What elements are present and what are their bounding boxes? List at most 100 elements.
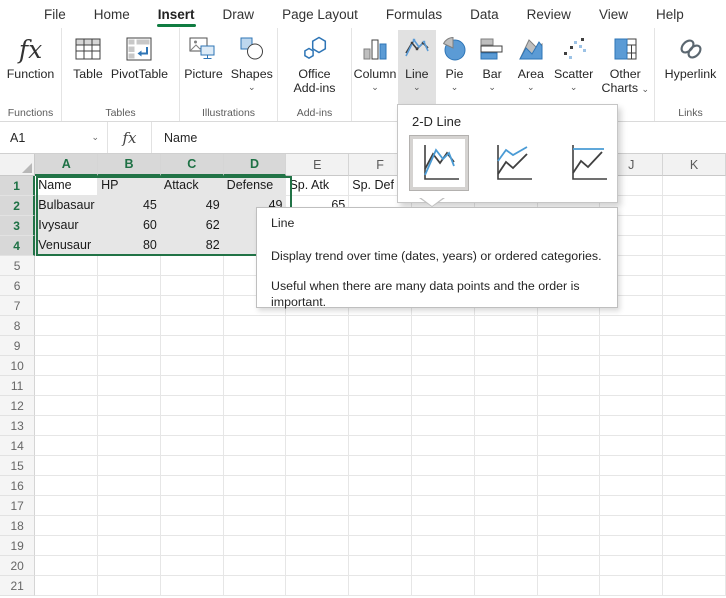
cell-D18[interactable] <box>223 516 287 536</box>
cell-A2[interactable]: Bulbasaur <box>35 196 99 216</box>
cell-B9[interactable] <box>98 336 161 356</box>
cell-K19[interactable] <box>663 536 726 556</box>
other-charts-button[interactable]: Other Charts ⌄ <box>597 30 654 106</box>
cell-H13[interactable] <box>474 416 538 436</box>
cell-K4[interactable] <box>663 236 726 256</box>
cell-B20[interactable] <box>98 556 161 576</box>
cell-H16[interactable] <box>474 476 538 496</box>
cell-G17[interactable] <box>412 496 475 516</box>
cell-J14[interactable] <box>600 436 664 456</box>
tab-help[interactable]: Help <box>642 0 698 28</box>
row-header-13[interactable]: 13 <box>0 416 36 436</box>
cell-G12[interactable] <box>412 396 475 416</box>
cell-E18[interactable] <box>286 516 350 536</box>
cell-D11[interactable] <box>223 376 287 396</box>
cell-J20[interactable] <box>600 556 664 576</box>
cell-H10[interactable] <box>474 356 538 376</box>
cell-G21[interactable] <box>412 576 475 596</box>
cell-C10[interactable] <box>160 356 224 376</box>
cell-C11[interactable] <box>160 376 224 396</box>
cell-I10[interactable] <box>537 356 601 376</box>
cell-I14[interactable] <box>537 436 601 456</box>
cell-K2[interactable] <box>663 196 726 216</box>
cell-C4[interactable]: 82 <box>160 236 224 256</box>
cell-A5[interactable] <box>35 256 99 276</box>
cell-C5[interactable] <box>160 256 224 276</box>
cell-J8[interactable] <box>600 316 664 336</box>
cell-I11[interactable] <box>537 376 601 396</box>
cell-B19[interactable] <box>98 536 161 556</box>
cell-E1[interactable]: Sp. Atk <box>286 176 350 196</box>
row-header-7[interactable]: 7 <box>0 296 36 316</box>
cell-E8[interactable] <box>286 316 350 336</box>
cell-G19[interactable] <box>412 536 475 556</box>
cell-A11[interactable] <box>35 376 99 396</box>
cell-K10[interactable] <box>663 356 726 376</box>
cell-A13[interactable] <box>35 416 99 436</box>
row-header-2[interactable]: 2 <box>0 196 36 216</box>
cell-D8[interactable] <box>223 316 287 336</box>
column-chart-button[interactable]: Column ⌄ <box>352 30 398 106</box>
cell-A19[interactable] <box>35 536 99 556</box>
row-header-6[interactable]: 6 <box>0 276 36 296</box>
cell-C20[interactable] <box>160 556 224 576</box>
cell-F18[interactable] <box>349 516 413 536</box>
cell-A6[interactable] <box>35 276 99 296</box>
cell-K14[interactable] <box>663 436 726 456</box>
cell-K12[interactable] <box>663 396 726 416</box>
cell-B1[interactable]: HP <box>98 176 161 196</box>
cell-F20[interactable] <box>349 556 413 576</box>
cell-A3[interactable]: Ivysaur <box>35 216 99 236</box>
cell-K20[interactable] <box>663 556 726 576</box>
cell-D10[interactable] <box>223 356 287 376</box>
line-chart-button[interactable]: Line ⌄ <box>398 30 436 106</box>
cell-C6[interactable] <box>160 276 224 296</box>
tab-data[interactable]: Data <box>456 0 513 28</box>
cell-G20[interactable] <box>412 556 475 576</box>
cell-A12[interactable] <box>35 396 99 416</box>
cell-K7[interactable] <box>663 296 726 316</box>
cell-D13[interactable] <box>223 416 287 436</box>
row-header-17[interactable]: 17 <box>0 496 36 516</box>
cell-J12[interactable] <box>600 396 664 416</box>
cell-A10[interactable] <box>35 356 99 376</box>
row-header-8[interactable]: 8 <box>0 316 36 336</box>
cell-A15[interactable] <box>35 456 99 476</box>
cell-J9[interactable] <box>600 336 664 356</box>
cell-B12[interactable] <box>98 396 161 416</box>
cell-D15[interactable] <box>223 456 287 476</box>
row-header-20[interactable]: 20 <box>0 556 36 576</box>
cell-H8[interactable] <box>474 316 538 336</box>
cell-B13[interactable] <box>98 416 161 436</box>
cell-J21[interactable] <box>600 576 664 596</box>
bar-chart-button[interactable]: Bar ⌄ <box>473 30 511 106</box>
cell-C17[interactable] <box>160 496 224 516</box>
cell-B16[interactable] <box>98 476 161 496</box>
cell-C8[interactable] <box>160 316 224 336</box>
cell-G10[interactable] <box>412 356 475 376</box>
cell-C12[interactable] <box>160 396 224 416</box>
cell-B7[interactable] <box>98 296 161 316</box>
cell-I17[interactable] <box>537 496 601 516</box>
row-header-9[interactable]: 9 <box>0 336 36 356</box>
cell-D17[interactable] <box>223 496 287 516</box>
cell-E20[interactable] <box>286 556 350 576</box>
cell-K9[interactable] <box>663 336 726 356</box>
line-chart-option[interactable] <box>409 135 469 191</box>
cell-J16[interactable] <box>600 476 664 496</box>
row-header-1[interactable]: 1 <box>0 176 36 196</box>
row-header-11[interactable]: 11 <box>0 376 36 396</box>
chevron-down-icon[interactable]: ⌄ <box>91 132 99 143</box>
cell-E12[interactable] <box>286 396 350 416</box>
cell-D20[interactable] <box>223 556 287 576</box>
cell-D21[interactable] <box>223 576 287 596</box>
cell-H9[interactable] <box>474 336 538 356</box>
cell-I8[interactable] <box>537 316 601 336</box>
cell-B4[interactable]: 80 <box>98 236 161 256</box>
cell-K1[interactable] <box>663 176 726 196</box>
cell-E16[interactable] <box>286 476 350 496</box>
cell-H15[interactable] <box>474 456 538 476</box>
pivottable-button[interactable]: PivotTable <box>107 30 172 106</box>
cell-K15[interactable] <box>663 456 726 476</box>
cell-J10[interactable] <box>600 356 664 376</box>
